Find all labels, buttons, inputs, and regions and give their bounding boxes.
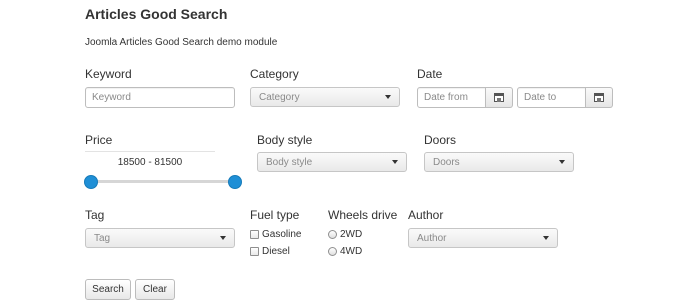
gasoline-label: Gasoline [262,229,302,240]
search-button[interactable]: Search [85,279,131,300]
date-from-field: Date from [417,87,513,108]
date-to-input[interactable]: Date to [517,87,586,108]
calendar-icon [494,93,504,102]
calendar-icon [594,93,604,102]
date-to-calendar-button[interactable] [586,87,613,108]
4wd-label: 4WD [340,246,363,257]
price-slider-track[interactable] [91,180,235,183]
author-select[interactable]: Author [408,228,558,248]
chevron-down-icon [385,95,391,99]
chevron-down-icon [220,236,226,240]
chevron-down-icon [543,236,549,240]
price-label: Price [85,133,113,147]
chevron-down-icon [559,160,565,164]
doors-select-value: Doors [433,156,460,168]
date-label: Date [417,67,443,81]
tag-select-value: Tag [94,232,111,244]
wheels-drive-label: Wheels drive [328,208,398,222]
date-from-input[interactable]: Date from [417,87,486,108]
2wd-radio[interactable] [328,230,337,239]
body-style-select[interactable]: Body style [257,152,407,172]
diesel-checkbox[interactable] [250,247,259,256]
4wd-radio[interactable] [328,247,337,256]
date-to-field: Date to [517,87,613,108]
date-from-calendar-button[interactable] [486,87,513,108]
doors-label: Doors [424,133,457,147]
category-select[interactable]: Category [250,87,400,107]
2wd-label: 2WD [340,229,363,240]
fuel-option-diesel[interactable]: Diesel [250,246,290,257]
price-slider-min-handle[interactable] [84,175,98,189]
tag-label: Tag [85,208,105,222]
gasoline-checkbox[interactable] [250,230,259,239]
chevron-down-icon [392,160,398,164]
keyword-input[interactable]: Keyword [85,87,235,108]
category-select-value: Category [259,91,300,103]
fuel-type-label: Fuel type [250,208,300,222]
wheels-option-4wd[interactable]: 4WD [328,246,362,257]
author-label: Author [408,208,444,222]
doors-select[interactable]: Doors [424,152,574,172]
tag-select[interactable]: Tag [85,228,235,248]
price-slider-max-handle[interactable] [228,175,242,189]
body-style-label: Body style [257,133,313,147]
price-range-text: 18500 - 81500 [85,151,215,173]
module-title: Articles Good Search [85,6,228,22]
diesel-label: Diesel [262,246,290,257]
body-style-select-value: Body style [266,156,313,168]
clear-button[interactable]: Clear [135,279,175,300]
keyword-label: Keyword [85,67,132,81]
fuel-option-gasoline[interactable]: Gasoline [250,229,301,240]
category-label: Category [250,67,299,81]
author-select-value: Author [417,232,447,244]
wheels-option-2wd[interactable]: 2WD [328,229,362,240]
module-subtitle: Joomla Articles Good Search demo module [85,37,278,48]
